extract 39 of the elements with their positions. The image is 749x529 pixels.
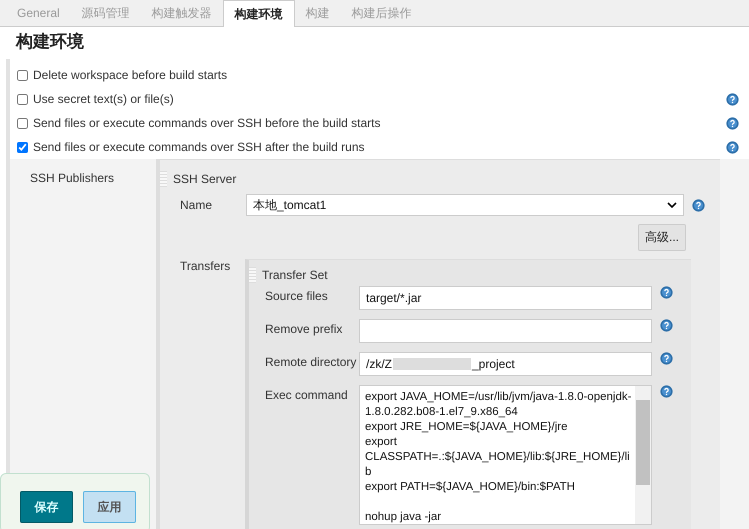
save-button[interactable]: 保存 xyxy=(20,491,73,523)
help-icon[interactable] xyxy=(660,385,673,398)
ssh-publishers-label: SSH Publishers xyxy=(30,171,114,185)
field-label: Remove prefix xyxy=(265,321,344,336)
tab[interactable]: 构建环境 xyxy=(222,0,295,27)
field-label: Exec command xyxy=(265,387,349,402)
drag-handle-icon[interactable] xyxy=(160,171,167,187)
field-label: Remote directory xyxy=(265,354,357,369)
apply-button[interactable]: 应用 xyxy=(83,491,136,523)
checkbox[interactable] xyxy=(17,70,28,80)
checkbox[interactable] xyxy=(17,118,28,128)
caret-icon xyxy=(667,202,677,208)
help-icon[interactable] xyxy=(660,286,673,299)
option-label: Send files or execute commands over SSH after the build runs xyxy=(33,140,366,154)
checkbox[interactable] xyxy=(17,142,28,152)
help-icon[interactable] xyxy=(726,116,739,130)
panel-title: Transfer Set xyxy=(262,268,328,282)
panel-title: SSH Server xyxy=(173,172,236,186)
checkbox[interactable] xyxy=(17,94,28,104)
section-title: 构建环境 xyxy=(14,31,85,53)
input-field[interactable]: /zk/Z _project xyxy=(359,352,652,376)
scrollbar[interactable] xyxy=(635,386,651,524)
option-label: Send files or execute commands over SSH before the build starts xyxy=(33,116,382,130)
field-label: Name xyxy=(179,198,214,212)
field-label: Transfers xyxy=(179,259,232,275)
input-field[interactable]: target/*.jar xyxy=(359,286,652,310)
advanced-button[interactable]: 高级... xyxy=(638,224,686,251)
help-icon[interactable] xyxy=(692,198,705,212)
help-icon[interactable] xyxy=(726,140,739,154)
help-icon[interactable] xyxy=(660,352,673,365)
help-icon[interactable] xyxy=(660,319,673,332)
name-select[interactable]: 本地_tomcat1 xyxy=(246,194,684,216)
drag-handle-icon[interactable] xyxy=(249,267,256,283)
option-label: Use secret text(s) or file(s) xyxy=(33,92,175,106)
input-field[interactable] xyxy=(359,319,652,343)
option-label: Delete workspace before build starts xyxy=(33,68,228,82)
help-icon[interactable] xyxy=(726,92,739,106)
field-label: Source files xyxy=(265,288,329,303)
exec-command-field[interactable]: export JAVA_HOME=/usr/lib/jvm/java-1.8.0-openjdk-1.8.0.282.b08-1.el7_9.x86_64 export JRE_HOME=${JAVA_HOME}/jre export CLASSPATH=.:${JAVA_HOME}/lib:${JRE_HOME}/lib export PATH=${JAVA_HOME}/bin:$PATH nohup java -jar xyxy=(359,385,652,525)
